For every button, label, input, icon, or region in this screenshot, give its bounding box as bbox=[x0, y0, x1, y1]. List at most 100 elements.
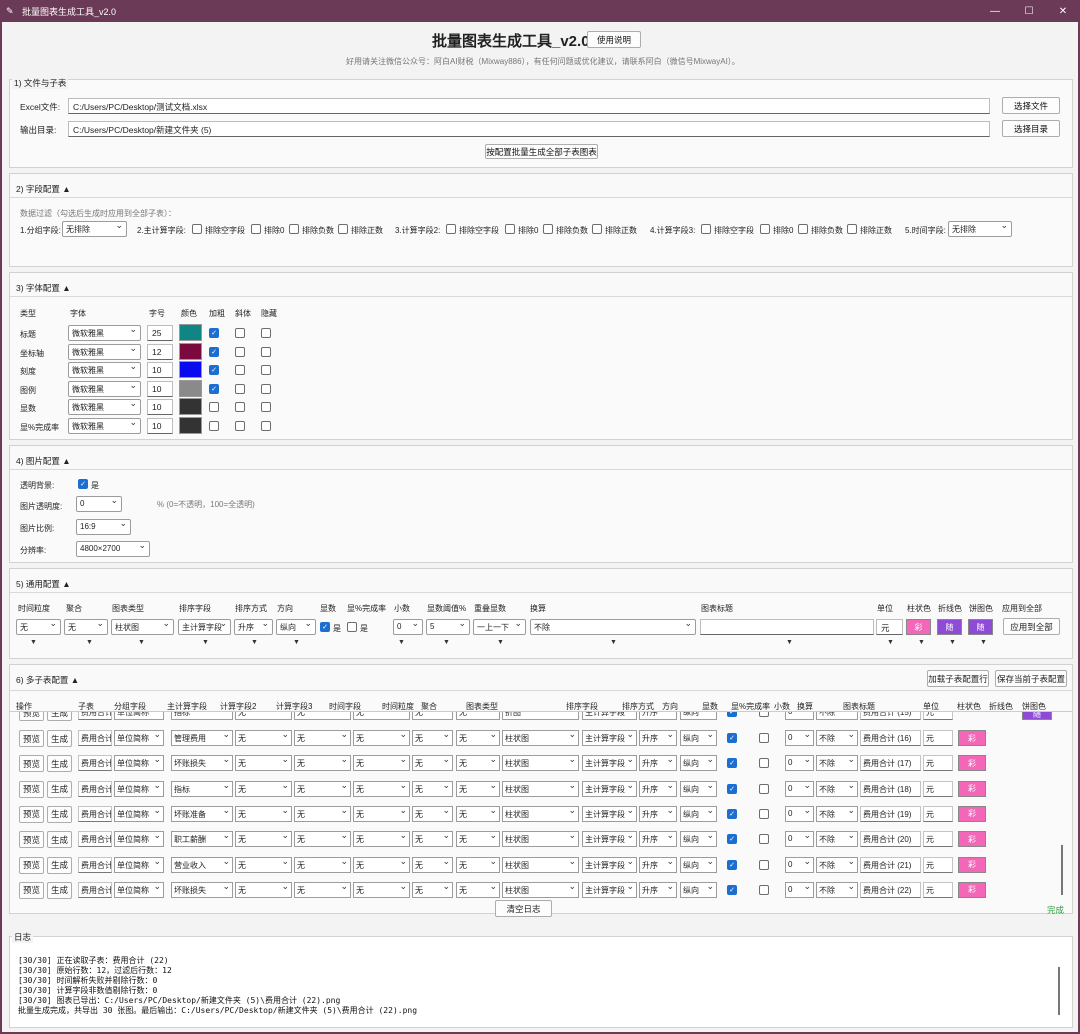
decimals-spin[interactable]: 0 bbox=[785, 881, 814, 898]
calc2-field-select[interactable]: 无 bbox=[235, 881, 292, 898]
calc2-excl-zero-checkbox[interactable] bbox=[505, 224, 515, 234]
aggregate-select[interactable]: 无 bbox=[456, 856, 500, 873]
sort-field-select[interactable]: 主计算字段 bbox=[582, 831, 637, 848]
chart-title-input[interactable]: 费用合计 (22) bbox=[860, 881, 921, 898]
group-field-select[interactable]: 单位简称 bbox=[114, 831, 164, 848]
gen-decimals-spin[interactable]: 0 bbox=[393, 619, 423, 635]
group-field-select[interactable]: 单位简称 bbox=[114, 805, 164, 822]
sheet-name-cell[interactable]: 费用合计 bbox=[78, 856, 112, 873]
gen-shownum-checkbox[interactable]: ✓ bbox=[320, 622, 330, 632]
sort-order-select[interactable]: 升序 bbox=[639, 831, 677, 848]
generate-button[interactable]: 生成 bbox=[47, 805, 72, 823]
granularity-select[interactable]: 无 bbox=[412, 856, 453, 873]
show-percent-checkbox[interactable] bbox=[759, 808, 769, 819]
color-swatch[interactable] bbox=[179, 398, 202, 415]
decimals-spin[interactable]: 0 bbox=[785, 755, 814, 772]
group-field-select[interactable]: 无排除 bbox=[62, 221, 127, 237]
decimals-spin[interactable]: 0 bbox=[785, 831, 814, 848]
show-number-checkbox[interactable]: ✓ bbox=[727, 783, 737, 794]
gen-order-select[interactable]: 升序 bbox=[234, 619, 273, 635]
hidden-checkbox[interactable] bbox=[261, 420, 271, 431]
gen-showpct-checkbox[interactable] bbox=[347, 622, 357, 632]
font-size-input[interactable]: 10 bbox=[147, 417, 173, 434]
bold-checkbox[interactable]: ✓ bbox=[209, 346, 219, 357]
group-field-select[interactable]: 单位简称 bbox=[114, 730, 164, 746]
bar-color-button[interactable]: 彩 bbox=[958, 881, 986, 898]
convert-select[interactable]: 不除 bbox=[816, 831, 858, 848]
decimals-spin[interactable]: 0 bbox=[785, 712, 814, 720]
italic-checkbox[interactable] bbox=[235, 365, 245, 375]
sheet-name-cell[interactable]: 费用合计 bbox=[78, 881, 112, 898]
unit-input[interactable]: 元 bbox=[923, 831, 953, 848]
main-field-select[interactable]: 职工薪酬 bbox=[171, 831, 233, 848]
convert-select[interactable]: 不除 bbox=[816, 780, 858, 797]
fields-heading[interactable]: 2) 字段配置 ▲ bbox=[10, 174, 1072, 198]
font-size-input[interactable]: 10 bbox=[147, 399, 173, 415]
save-subtable-config-button[interactable]: 保存当前子表配置 bbox=[995, 670, 1067, 687]
unit-input[interactable]: 元 bbox=[923, 730, 953, 746]
unit-input[interactable]: 元 bbox=[923, 805, 953, 822]
unit-input[interactable]: 元 bbox=[923, 856, 953, 873]
show-number-checkbox[interactable]: ✓ bbox=[727, 712, 737, 717]
italic-checkbox[interactable] bbox=[235, 328, 245, 338]
generate-button[interactable]: 生成 bbox=[47, 755, 72, 773]
bar-color-button[interactable]: 彩 bbox=[958, 780, 986, 797]
close-button[interactable]: ✕ bbox=[1046, 0, 1080, 22]
sort-order-select[interactable]: 升序 bbox=[639, 730, 677, 746]
sort-field-select[interactable]: 主计算字段 bbox=[582, 805, 637, 822]
calc3-field-select[interactable]: 无 bbox=[294, 755, 351, 772]
dropdown-arrow-icon[interactable]: ▼ bbox=[918, 639, 925, 646]
aggregate-select[interactable]: 无 bbox=[456, 712, 500, 720]
preview-button[interactable]: 预览 bbox=[19, 856, 44, 874]
bold-checkbox[interactable]: ✓ bbox=[209, 365, 219, 375]
aggregate-select[interactable]: 无 bbox=[456, 730, 500, 746]
decimals-spin[interactable]: 0 bbox=[785, 730, 814, 746]
gen-dir-select[interactable]: 纵向 bbox=[276, 619, 316, 635]
convert-select[interactable]: 不除 bbox=[816, 805, 858, 822]
preview-button[interactable]: 预览 bbox=[19, 730, 44, 747]
show-percent-checkbox[interactable] bbox=[759, 712, 769, 717]
subtable-scrollbar[interactable] bbox=[1057, 715, 1067, 911]
unit-input[interactable]: 元 bbox=[923, 712, 953, 720]
calc2-excl-pos-checkbox[interactable] bbox=[592, 224, 602, 234]
font-family-select[interactable]: 微软雅黑 bbox=[68, 362, 141, 378]
direction-select[interactable]: 纵向 bbox=[680, 712, 717, 720]
chart-type-select[interactable]: 柱状图 bbox=[502, 805, 579, 822]
gen-pie-color-button[interactable]: 随 bbox=[968, 619, 993, 635]
fonts-heading[interactable]: 3) 字体配置 ▲ bbox=[10, 273, 1072, 297]
unit-input[interactable]: 元 bbox=[923, 780, 953, 797]
gen-threshold-spin[interactable]: 5 bbox=[426, 619, 470, 635]
chart-type-select[interactable]: 柱状图 bbox=[502, 780, 579, 797]
direction-select[interactable]: 纵向 bbox=[680, 730, 717, 746]
granularity-select[interactable]: 无 bbox=[412, 805, 453, 822]
dropdown-arrow-icon[interactable]: ▼ bbox=[30, 639, 37, 646]
preview-button[interactable]: 预览 bbox=[19, 881, 44, 899]
dropdown-arrow-icon[interactable]: ▼ bbox=[251, 639, 258, 646]
sort-field-select[interactable]: 主计算字段 bbox=[582, 730, 637, 746]
dropdown-arrow-icon[interactable]: ▼ bbox=[202, 639, 209, 646]
calc2-field-select[interactable]: 无 bbox=[235, 831, 292, 848]
sort-order-select[interactable]: 升序 bbox=[639, 805, 677, 822]
direction-select[interactable]: 纵向 bbox=[680, 831, 717, 848]
font-size-input[interactable]: 12 bbox=[147, 343, 173, 360]
gen-unit-input[interactable]: 元 bbox=[876, 619, 903, 635]
font-size-input[interactable]: 10 bbox=[147, 362, 173, 378]
main-field-select[interactable]: 指标 bbox=[171, 712, 233, 720]
resolution-select[interactable]: 4800×2700 bbox=[76, 541, 150, 557]
main-excl-neg-checkbox[interactable] bbox=[289, 224, 299, 234]
gen-line-color-button[interactable]: 随 bbox=[937, 619, 962, 635]
calc3-field-select[interactable]: 无 bbox=[294, 712, 351, 720]
font-family-select[interactable]: 微软雅黑 bbox=[68, 380, 141, 397]
show-number-checkbox[interactable]: ✓ bbox=[727, 758, 737, 769]
color-swatch[interactable] bbox=[179, 324, 202, 341]
convert-select[interactable]: 不除 bbox=[816, 712, 858, 720]
bar-color-button[interactable]: 彩 bbox=[958, 805, 986, 822]
time-field-select[interactable]: 无 bbox=[353, 831, 410, 848]
gen-convert-select[interactable]: 不除 bbox=[530, 619, 696, 635]
calc2-field-select[interactable]: 无 bbox=[235, 712, 292, 720]
calc3-excl-empty-checkbox[interactable] bbox=[701, 224, 711, 234]
preview-button[interactable]: 预览 bbox=[19, 831, 44, 849]
select-file-button[interactable]: 选择文件 bbox=[1002, 97, 1060, 114]
log-scrollbar-thumb[interactable] bbox=[1058, 967, 1060, 1015]
subtables-heading[interactable]: 6) 多子表配置 ▲ bbox=[10, 665, 1072, 691]
